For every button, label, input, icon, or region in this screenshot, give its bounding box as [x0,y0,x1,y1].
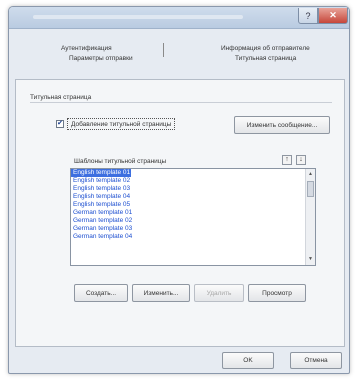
list-item[interactable]: English template 05 [71,201,131,209]
edit-button[interactable]: Изменить... [132,284,190,302]
sort-down-icon[interactable]: ↓ [296,155,306,165]
edit-message-button[interactable]: Изменить сообщение... [234,116,330,134]
close-icon[interactable]: ✕ [318,8,348,24]
dialog-window: ? ✕ Аутентификация Параметры отправки Ин… [8,6,350,374]
cover-page-panel: Титульная страница ✔ Добавление титульно… [15,79,345,347]
list-scrollbar[interactable]: ▲ ▼ [305,169,315,265]
list-item[interactable]: English template 02 [71,177,131,185]
scroll-down-icon[interactable]: ▼ [306,255,315,264]
scroll-up-icon[interactable]: ▲ [306,170,315,179]
templates-list[interactable]: English template 01 English template 02 … [70,168,316,266]
group-divider [30,102,332,103]
list-item[interactable]: English template 01 [71,169,131,177]
tab-send-settings[interactable]: Параметры отправки [69,55,133,62]
help-icon[interactable]: ? [298,8,318,24]
sort-up-icon[interactable]: ↑ [282,155,292,165]
title-bar[interactable]: ? ✕ [9,7,349,29]
window-title [33,15,243,19]
list-item[interactable]: German template 02 [71,217,132,225]
list-item[interactable]: English template 03 [71,185,131,193]
templates-header: Шаблоны титульной страницы [74,158,167,165]
group-label: Титульная страница [30,94,92,101]
cancel-button[interactable]: Отмена [290,352,342,369]
list-item[interactable]: German template 03 [71,225,132,233]
preview-button[interactable]: Просмотр [248,284,306,302]
list-item[interactable]: English template 04 [71,193,131,201]
tab-authentication[interactable]: Аутентификация [61,45,112,52]
list-item[interactable]: German template 04 [71,233,132,241]
list-item[interactable]: German template 01 [71,209,132,217]
tab-strip: Аутентификация Параметры отправки Информ… [13,35,347,79]
tab-cover-page[interactable]: Титульная страница [235,55,296,62]
tab-divider [163,43,164,57]
delete-button[interactable]: Удалить [194,284,244,302]
add-cover-label[interactable]: Добавление титульной страницы [67,118,176,130]
add-cover-checkbox[interactable]: ✔ [56,120,64,128]
create-button[interactable]: Создать... [74,284,128,302]
scroll-thumb[interactable] [307,181,314,197]
ok-button[interactable]: OK [222,352,274,369]
tab-sender-info[interactable]: Информация об отправителе [221,45,310,52]
